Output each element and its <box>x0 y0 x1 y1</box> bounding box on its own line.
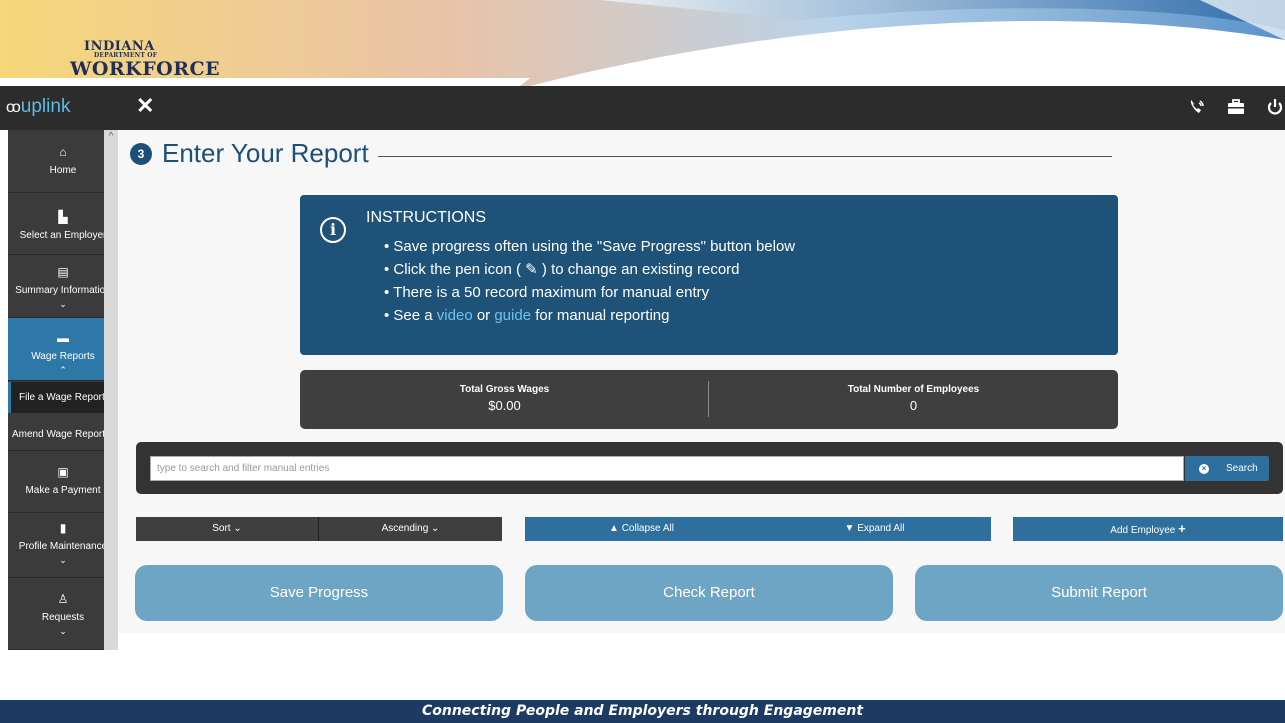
power-icon[interactable] <box>1266 98 1284 119</box>
sidebar-item-label: Summary Information <box>15 285 111 296</box>
totals-panel: Total Gross Wages $0.00 Total Number of … <box>300 370 1118 429</box>
close-icon[interactable]: ✕ <box>136 95 154 117</box>
instruction-item: Click the pen icon ( ✎ ) to change an ex… <box>384 258 795 281</box>
indiana-dwd-logo: INDIANA DEPARTMENT OF WORKFORCE <box>70 40 220 79</box>
sidebar-item-label: Make a Payment <box>25 485 101 496</box>
phone-ringing-icon[interactable] <box>1188 98 1206 119</box>
add-employee-button[interactable]: Add Employee + <box>1013 517 1283 541</box>
sidebar-item-label: Profile Maintenance <box>18 541 108 552</box>
sidebar-item-label: Requests <box>41 612 85 623</box>
home-icon: ⌂ <box>59 145 67 159</box>
clear-icon[interactable]: × <box>1199 464 1209 474</box>
sidebar-nav: ⌂ Home ▙ Select an Employer ▤ Summary In… <box>8 130 118 650</box>
video-link[interactable]: video <box>437 307 473 324</box>
building-icon: ▙ <box>58 210 68 224</box>
caret-down-icon: ▼ <box>844 523 855 534</box>
sidebar-item-label: Select an Employer <box>19 230 107 241</box>
total-employees: Total Number of Employees 0 <box>709 384 1118 413</box>
slide-footer: Connecting People and Employers through … <box>0 700 1285 723</box>
total-gross-wages-label: Total Gross Wages <box>459 384 550 395</box>
user-icon: ♙ <box>57 592 69 606</box>
expand-all-button[interactable]: ▼ Expand All <box>758 517 991 541</box>
page-title: Enter Your Report <box>162 138 369 168</box>
search-button[interactable]: × Search <box>1185 456 1269 481</box>
money-icon: ▣ <box>57 465 69 479</box>
collapse-all-button[interactable]: ▲ Collapse All <box>525 517 758 541</box>
chevron-down-icon: ⌄ <box>59 626 67 636</box>
sidebar-item-label: Home <box>49 165 77 176</box>
order-dropdown[interactable]: Ascending ⌄ <box>319 517 502 541</box>
step-number-badge: 3 <box>130 143 152 165</box>
search-input[interactable] <box>150 456 1184 481</box>
chevron-down-icon: ⌄ <box>233 523 242 534</box>
instructions-panel: i INSTRUCTIONS Save progress often using… <box>300 195 1118 355</box>
guide-link[interactable]: guide <box>494 307 531 324</box>
info-icon: i <box>320 217 346 243</box>
submit-report-button[interactable]: Submit Report <box>915 565 1283 621</box>
search-bar: ×Search <box>136 442 1283 494</box>
logo-line3: WORKFORCE <box>70 58 221 80</box>
total-gross-wages: Total Gross Wages $0.00 <box>300 384 709 413</box>
instruction-item: Save progress often using the "Save Prog… <box>384 235 795 258</box>
sidebar-item-make-payment[interactable]: ▣ Make a Payment <box>8 450 118 513</box>
pen-icon: ✎ <box>525 261 538 278</box>
title-divider <box>378 156 1112 157</box>
uplink-logo-icon: oo <box>6 99 21 116</box>
caret-up-icon: ▲ <box>609 523 619 534</box>
chevron-up-icon: ⌃ <box>59 365 67 375</box>
total-gross-wages-value: $0.00 <box>488 398 521 413</box>
slide-banner: INDIANA DEPARTMENT OF WORKFORCE <box>0 0 1285 86</box>
sidebar-item-home[interactable]: ⌂ Home <box>8 130 118 193</box>
chevron-down-icon: ⌄ <box>431 523 440 534</box>
briefcase-icon[interactable] <box>1227 98 1245 119</box>
sort-dropdown[interactable]: Sort ⌄ <box>136 517 318 541</box>
document-icon: ▤ <box>57 265 69 279</box>
check-report-button[interactable]: Check Report <box>525 565 893 621</box>
total-employees-label: Total Number of Employees <box>847 384 980 395</box>
brand-name: uplink <box>20 96 71 117</box>
app-topbar: oo uplink ✕ <box>0 86 1285 130</box>
sidebar-scrollbar[interactable] <box>104 130 118 650</box>
instructions-title: INSTRUCTIONS <box>366 209 486 226</box>
sidebar-subitem-amend-wage-report[interactable]: Amend Wage Report <box>8 413 118 450</box>
chevron-down-icon: ⌄ <box>59 555 67 565</box>
instruction-item: See a video or guide for manual reportin… <box>384 304 795 327</box>
plus-icon: + <box>1178 521 1186 536</box>
sidebar-item-label: Wage Reports <box>31 351 95 362</box>
scroll-up-icon[interactable]: ^ <box>104 130 118 144</box>
sidebar-item-summary-information[interactable]: ▤ Summary Information ⌄ <box>8 255 118 318</box>
instruction-item: There is a 50 record maximum for manual … <box>384 281 795 304</box>
sidebar-item-select-employer[interactable]: ▙ Select an Employer <box>8 193 118 255</box>
sidebar-item-requests[interactable]: ♙ Requests ⌄ <box>8 578 118 650</box>
chevron-down-icon: ⌄ <box>59 299 67 309</box>
sidebar-item-profile-maintenance[interactable]: ▮ Profile Maintenance ⌄ <box>8 513 118 578</box>
uplink-brand[interactable]: oo uplink <box>0 86 120 130</box>
sidebar-subitem-file-wage-report[interactable]: File a Wage Report <box>8 382 118 413</box>
file-icon: ▮ <box>59 521 67 535</box>
save-progress-button[interactable]: Save Progress <box>135 565 503 621</box>
folder-icon: ▬ <box>57 331 69 345</box>
total-employees-value: 0 <box>909 398 918 413</box>
sidebar-item-wage-reports[interactable]: ▬ Wage Reports ⌃ <box>8 318 118 381</box>
instructions-list: Save progress often using the "Save Prog… <box>384 235 795 327</box>
